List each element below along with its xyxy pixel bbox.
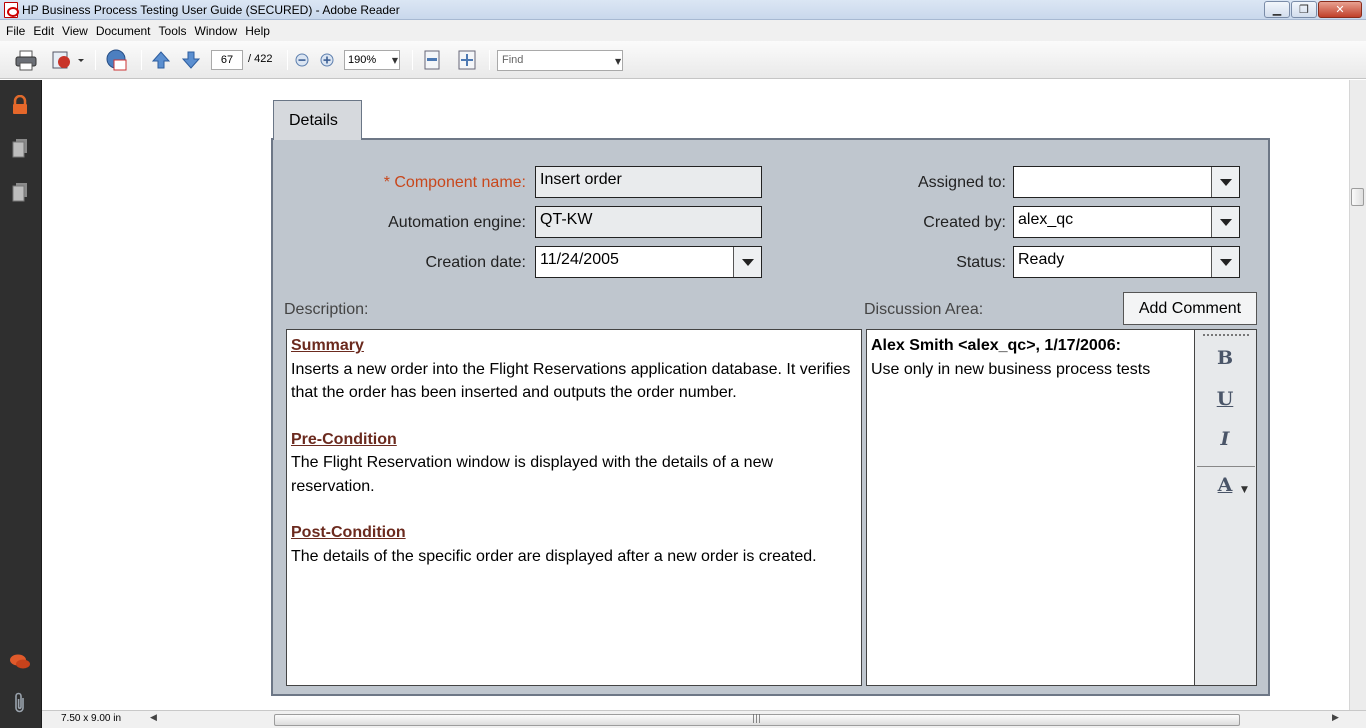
add-comment-button[interactable]: Add Comment	[1123, 292, 1257, 325]
scrolling-mode-icon[interactable]	[420, 49, 444, 71]
chevron-down-icon[interactable]	[1211, 247, 1239, 277]
adobe-reader-icon	[4, 2, 19, 18]
comment-text: Use only in new business process tests	[871, 360, 1151, 378]
bold-button[interactable]: B	[1213, 347, 1237, 373]
previous-page-icon[interactable]	[150, 49, 172, 71]
scroll-right-icon[interactable]: ▶	[1332, 713, 1339, 723]
postcondition-text: The details of the specific order are di…	[291, 547, 817, 565]
summary-heading: Summary	[291, 337, 364, 354]
title-bar: HP Business Process Testing User Guide (…	[0, 0, 1366, 20]
collaborate-icon[interactable]	[103, 49, 131, 71]
component-name-field[interactable]: Insert order	[535, 166, 762, 198]
italic-button[interactable]: I	[1213, 428, 1237, 454]
description-editor[interactable]: Summary Inserts a new order into the Fli…	[286, 329, 862, 686]
lock-icon[interactable]	[9, 94, 31, 116]
underline-button[interactable]: U	[1213, 388, 1237, 414]
automation-engine-field[interactable]: QT-KW	[535, 206, 762, 238]
discussion-area-label: Discussion Area:	[864, 301, 984, 318]
menu-tools[interactable]: Tools	[157, 24, 193, 38]
precondition-heading: Pre-Condition	[291, 430, 397, 448]
next-page-icon[interactable]	[180, 49, 202, 71]
status-field[interactable]: Ready	[1013, 246, 1240, 278]
discussion-editor[interactable]: Alex Smith <alex_qc>, 1/17/2006: Use onl…	[866, 329, 1195, 686]
assigned-to-field[interactable]	[1013, 166, 1240, 198]
menu-file[interactable]: File	[4, 24, 31, 38]
chevron-down-icon[interactable]	[733, 247, 761, 277]
precondition-text: The Flight Reservation window is display…	[291, 454, 774, 495]
zoom-out-icon[interactable]	[294, 49, 310, 71]
find-dropdown-icon[interactable]: ▼	[615, 57, 621, 66]
description-label: Description:	[284, 301, 369, 318]
find-input[interactable]: Find	[497, 50, 623, 71]
comments-icon[interactable]	[9, 651, 31, 673]
summary-text: Inserts a new order into the Flight Rese…	[291, 360, 851, 402]
status-label: Status:	[956, 254, 1006, 271]
export-icon[interactable]	[48, 49, 86, 71]
component-name-label: * Component name:	[383, 174, 526, 191]
status-bar: 7.50 x 9.00 in ◀ ||| ▶	[42, 710, 1366, 728]
assigned-to-label: Assigned to:	[917, 174, 1006, 191]
window-title: HP Business Process Testing User Guide (…	[22, 3, 400, 17]
zoom-in-icon[interactable]	[319, 49, 335, 71]
vertical-scrollbar[interactable]	[1349, 80, 1366, 710]
attachments-page-icon[interactable]	[9, 181, 31, 203]
toolbar-grip[interactable]	[1203, 334, 1249, 338]
menu-view[interactable]: View	[60, 24, 94, 38]
print-icon[interactable]	[12, 49, 40, 71]
created-by-field[interactable]: alex_qc	[1013, 206, 1240, 238]
menu-document[interactable]: Document	[94, 24, 157, 38]
maximize-button[interactable]: ❐	[1291, 1, 1317, 18]
scroll-left-icon[interactable]: ◀	[150, 713, 157, 723]
page-number-input[interactable]: 67	[211, 50, 243, 70]
created-by-label: Created by:	[923, 214, 1006, 231]
format-toolbar: B U I A ▼	[1195, 329, 1257, 686]
paperclip-icon[interactable]	[9, 692, 31, 714]
tab-details[interactable]: Details	[273, 100, 362, 140]
postcondition-heading: Post-Condition	[291, 524, 406, 541]
creation-date-value: 11/24/2005	[540, 251, 619, 268]
chevron-down-icon[interactable]	[1211, 207, 1239, 237]
font-color-dropdown-icon[interactable]: ▼	[1241, 485, 1248, 495]
created-by-value: alex_qc	[1018, 211, 1074, 228]
vertical-scroll-thumb[interactable]	[1351, 188, 1364, 206]
zoom-dropdown-icon[interactable]: ▼	[389, 49, 401, 71]
creation-date-field[interactable]: 11/24/2005	[535, 246, 762, 278]
automation-engine-label: Automation engine:	[388, 214, 526, 231]
page-size: 7.50 x 9.00 in	[61, 713, 122, 724]
status-value: Ready	[1018, 251, 1065, 268]
close-button[interactable]: ✕	[1318, 1, 1362, 18]
font-color-button[interactable]: A	[1213, 474, 1237, 500]
details-panel: * Component name: Insert order Automatio…	[271, 138, 1270, 696]
comment-author: Alex Smith <alex_qc>, 1/17/2006:	[871, 337, 1121, 354]
toolbar: 67 / 422 190% ▼ Find ▼	[0, 41, 1366, 79]
menu-edit[interactable]: Edit	[31, 24, 60, 38]
chevron-down-icon[interactable]	[1211, 167, 1239, 197]
fit-page-icon[interactable]	[455, 49, 479, 71]
navigation-panel	[0, 80, 42, 728]
component-details-figure: * Component name: Insert order Automatio…	[271, 98, 1270, 696]
menu-window[interactable]: Window	[193, 24, 244, 38]
menu-help[interactable]: Help	[243, 24, 276, 38]
page-count: / 422	[248, 53, 273, 65]
menu-bar: File Edit View Document Tools Window Hel…	[0, 20, 1366, 41]
minimize-button[interactable]: ▁	[1264, 1, 1290, 18]
scroll-grip-icon: |||	[752, 714, 762, 724]
pages-icon[interactable]	[9, 137, 31, 159]
creation-date-label: Creation date:	[425, 254, 526, 271]
